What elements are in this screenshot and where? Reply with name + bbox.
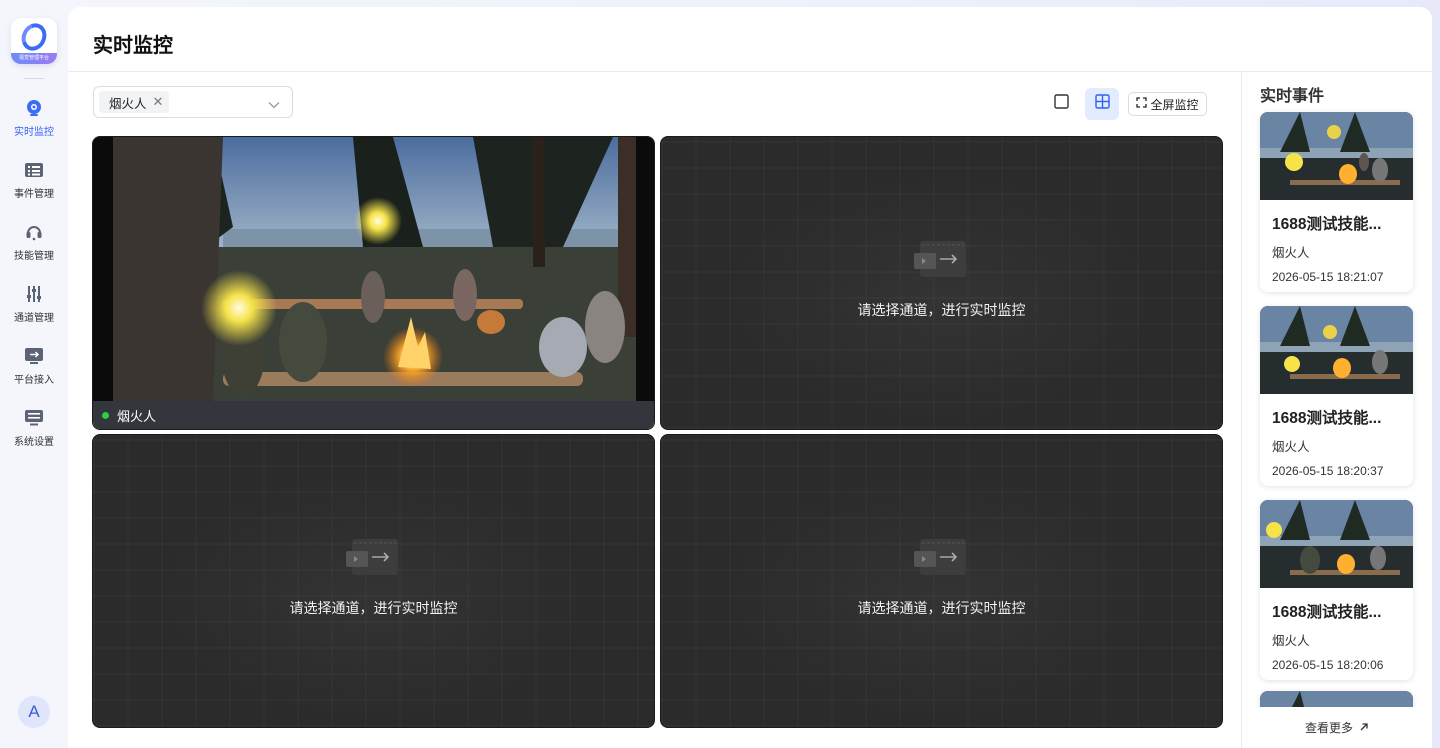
arrow-up-right-icon bbox=[1359, 721, 1369, 735]
sidebar-item-event-management[interactable]: 事件管理 bbox=[4, 149, 64, 211]
events-title: 实时事件 bbox=[1260, 88, 1325, 105]
chevron-down-icon[interactable] bbox=[268, 96, 280, 114]
video-tile-empty[interactable]: 请选择通道，进行实时监控 bbox=[660, 136, 1223, 430]
empty-placeholder: 请选择通道，进行实时监控 bbox=[661, 239, 1222, 320]
sidebar-nav: 实时监控 事件管理 技能管理 通道管理 平台接入 系统设置 bbox=[4, 87, 64, 459]
video-tile-empty[interactable]: 请选择通道，进行实时监控 bbox=[660, 434, 1223, 728]
sidebar-item-realtime-monitor[interactable]: 实时监控 bbox=[4, 87, 64, 149]
event-time: 2026-05-15 18:20:37 bbox=[1272, 464, 1384, 478]
logo-ring-icon bbox=[17, 19, 51, 55]
event-skill: 烟火人 bbox=[1272, 440, 1310, 454]
sidebar-item-label: 平台接入 bbox=[14, 375, 54, 386]
event-thumbnail bbox=[1260, 306, 1413, 394]
fullscreen-button[interactable]: 全屏监控 bbox=[1128, 92, 1207, 116]
event-time: 2026-05-15 18:20:06 bbox=[1272, 658, 1384, 672]
live-status-dot bbox=[102, 411, 109, 419]
empty-placeholder: 请选择通道，进行实时监控 bbox=[661, 537, 1222, 618]
live-video-frame bbox=[93, 137, 654, 402]
sidebar-item-platform-access[interactable]: 平台接入 bbox=[4, 335, 64, 397]
event-time: 2026-05-15 18:21:07 bbox=[1272, 270, 1384, 284]
video-tile-live[interactable]: 烟火人 bbox=[92, 136, 655, 430]
view-more-label: 查看更多 bbox=[1304, 721, 1353, 735]
fullscreen-label: 全屏监控 bbox=[1150, 97, 1199, 112]
channel-status-bar: 烟火人 bbox=[93, 401, 654, 429]
event-skill: 烟火人 bbox=[1272, 246, 1310, 260]
sidebar-divider bbox=[24, 78, 44, 79]
settings-panel-icon bbox=[24, 408, 44, 428]
sidebar: 视觉管理平台 实时监控 事件管理 技能管理 通道管理 平台接入 系统设置 A bbox=[0, 0, 68, 748]
video-channel-icon bbox=[913, 239, 970, 286]
single-view-button[interactable] bbox=[1044, 88, 1078, 120]
main-panel: 实时监控 烟火人 ✕ 全屏监控 烟火人 请选择通道，进行实时监控 请选择通道，进… bbox=[68, 7, 1432, 748]
sidebar-item-label: 事件管理 bbox=[14, 189, 54, 200]
event-thumbnail bbox=[1260, 500, 1413, 588]
video-channel-icon bbox=[345, 537, 402, 584]
quad-view-icon bbox=[1094, 94, 1110, 114]
fullscreen-icon bbox=[1136, 97, 1148, 111]
page-title: 实时监控 bbox=[93, 35, 173, 57]
video-channel-icon bbox=[913, 537, 970, 584]
sliders-icon bbox=[24, 284, 44, 304]
sidebar-item-label: 技能管理 bbox=[14, 251, 54, 262]
event-title: 1688测试技能... bbox=[1272, 604, 1382, 621]
events-divider bbox=[1241, 72, 1242, 748]
sidebar-item-channel-management[interactable]: 通道管理 bbox=[4, 273, 64, 335]
placeholder-text: 请选择通道，进行实时监控 bbox=[289, 600, 458, 616]
sidebar-item-system-settings[interactable]: 系统设置 bbox=[4, 397, 64, 459]
event-title: 1688测试技能... bbox=[1272, 410, 1382, 427]
monitor-camera-icon bbox=[24, 98, 44, 118]
quad-view-button[interactable] bbox=[1085, 88, 1119, 120]
access-arrow-icon bbox=[24, 346, 44, 366]
sidebar-item-label: 系统设置 bbox=[14, 437, 54, 448]
sidebar-item-skill-management[interactable]: 技能管理 bbox=[4, 211, 64, 273]
single-view-icon bbox=[1053, 94, 1069, 114]
close-icon[interactable]: ✕ bbox=[153, 94, 164, 110]
video-tile-empty[interactable]: 请选择通道，进行实时监控 bbox=[92, 434, 655, 728]
avatar[interactable]: A bbox=[18, 696, 50, 728]
selected-channel-tag: 烟火人 ✕ bbox=[99, 91, 170, 113]
app-logo[interactable]: 视觉管理平台 bbox=[11, 18, 57, 64]
placeholder-text: 请选择通道，进行实时监控 bbox=[857, 600, 1026, 616]
headset-icon bbox=[24, 222, 44, 242]
view-more-button[interactable]: 查看更多 bbox=[1242, 707, 1432, 748]
channel-select[interactable]: 烟火人 ✕ bbox=[93, 86, 293, 118]
event-card[interactable]: 1688测试技能... 烟火人 2026-05-15 18:20:06 bbox=[1260, 500, 1413, 680]
event-title: 1688测试技能... bbox=[1272, 216, 1382, 233]
title-divider bbox=[68, 71, 1432, 72]
empty-placeholder: 请选择通道，进行实时监控 bbox=[93, 537, 654, 618]
tag-label: 烟火人 bbox=[109, 96, 147, 111]
sidebar-item-label: 实时监控 bbox=[14, 127, 54, 138]
sidebar-item-label: 通道管理 bbox=[14, 313, 54, 324]
event-thumbnail bbox=[1260, 112, 1413, 200]
event-skill: 烟火人 bbox=[1272, 634, 1310, 648]
placeholder-text: 请选择通道，进行实时监控 bbox=[857, 302, 1026, 318]
event-card[interactable]: 1688测试技能... 烟火人 2026-05-15 18:20:37 bbox=[1260, 306, 1413, 486]
event-card[interactable]: 1688测试技能... 烟火人 2026-05-15 18:21:07 bbox=[1260, 112, 1413, 292]
event-list-icon bbox=[24, 160, 44, 180]
channel-name: 烟火人 bbox=[117, 408, 157, 424]
logo-caption: 视觉管理平台 bbox=[11, 53, 57, 64]
